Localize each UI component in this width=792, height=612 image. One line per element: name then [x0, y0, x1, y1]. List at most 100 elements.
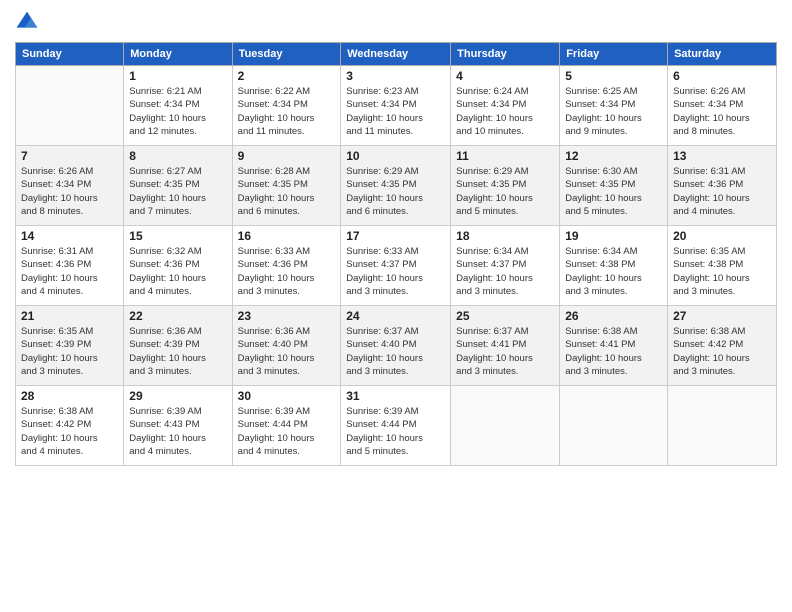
day-info: Sunrise: 6:36 AM Sunset: 4:39 PM Dayligh…: [129, 325, 226, 378]
calendar-cell: 10 Sunrise: 6:29 AM Sunset: 4:35 PM Dayli…: [341, 146, 451, 226]
day-info: Sunrise: 6:21 AM Sunset: 4:34 PM Dayligh…: [129, 85, 226, 138]
day-info: Sunrise: 6:38 AM Sunset: 4:42 PM Dayligh…: [673, 325, 771, 378]
calendar-cell: 4 Sunrise: 6:24 AM Sunset: 4:34 PM Daylig…: [451, 66, 560, 146]
weekday-header: Friday: [560, 43, 668, 66]
day-info: Sunrise: 6:37 AM Sunset: 4:41 PM Dayligh…: [456, 325, 554, 378]
calendar-cell: [668, 386, 777, 466]
calendar-cell: 30 Sunrise: 6:39 AM Sunset: 4:44 PM Dayli…: [232, 386, 341, 466]
day-info: Sunrise: 6:30 AM Sunset: 4:35 PM Dayligh…: [565, 165, 662, 218]
calendar-cell: 5 Sunrise: 6:25 AM Sunset: 4:34 PM Daylig…: [560, 66, 668, 146]
day-number: 16: [238, 229, 336, 243]
day-number: 17: [346, 229, 445, 243]
calendar-cell: 8 Sunrise: 6:27 AM Sunset: 4:35 PM Daylig…: [124, 146, 232, 226]
day-number: 20: [673, 229, 771, 243]
calendar-cell: 29 Sunrise: 6:39 AM Sunset: 4:43 PM Dayli…: [124, 386, 232, 466]
calendar-cell: 14 Sunrise: 6:31 AM Sunset: 4:36 PM Dayli…: [16, 226, 124, 306]
weekday-header-row: SundayMondayTuesdayWednesdayThursdayFrid…: [16, 43, 777, 66]
day-info: Sunrise: 6:28 AM Sunset: 4:35 PM Dayligh…: [238, 165, 336, 218]
day-number: 23: [238, 309, 336, 323]
weekday-header: Tuesday: [232, 43, 341, 66]
weekday-header: Wednesday: [341, 43, 451, 66]
day-number: 13: [673, 149, 771, 163]
day-info: Sunrise: 6:25 AM Sunset: 4:34 PM Dayligh…: [565, 85, 662, 138]
day-number: 4: [456, 69, 554, 83]
day-number: 18: [456, 229, 554, 243]
day-number: 30: [238, 389, 336, 403]
day-number: 9: [238, 149, 336, 163]
calendar-cell: 19Sunrise: 6:34 AM Sunset: 4:38 PM Dayli…: [560, 226, 668, 306]
calendar-cell: 31 Sunrise: 6:39 AM Sunset: 4:44 PM Dayli…: [341, 386, 451, 466]
day-number: 15: [129, 229, 226, 243]
day-number: 29: [129, 389, 226, 403]
calendar-week-row: 14 Sunrise: 6:31 AM Sunset: 4:36 PM Dayli…: [16, 226, 777, 306]
calendar-cell: 22Sunrise: 6:36 AM Sunset: 4:39 PM Dayli…: [124, 306, 232, 386]
day-info: Sunrise: 6:39 AM Sunset: 4:43 PM Dayligh…: [129, 405, 226, 458]
day-info: Sunrise: 6:35 AM Sunset: 4:38 PM Dayligh…: [673, 245, 771, 298]
calendar-cell: 25Sunrise: 6:37 AM Sunset: 4:41 PM Dayli…: [451, 306, 560, 386]
day-number: 31: [346, 389, 445, 403]
day-info: Sunrise: 6:27 AM Sunset: 4:35 PM Dayligh…: [129, 165, 226, 218]
calendar-cell: 2Sunrise: 6:22 AM Sunset: 4:34 PM Daylig…: [232, 66, 341, 146]
calendar-cell: 20 Sunrise: 6:35 AM Sunset: 4:38 PM Dayli…: [668, 226, 777, 306]
day-info: Sunrise: 6:37 AM Sunset: 4:40 PM Dayligh…: [346, 325, 445, 378]
calendar-cell: 7 Sunrise: 6:26 AM Sunset: 4:34 PM Daylig…: [16, 146, 124, 226]
day-number: 10: [346, 149, 445, 163]
day-number: 27: [673, 309, 771, 323]
day-info: Sunrise: 6:29 AM Sunset: 4:35 PM Dayligh…: [456, 165, 554, 218]
calendar-cell: [451, 386, 560, 466]
day-info: Sunrise: 6:24 AM Sunset: 4:34 PM Dayligh…: [456, 85, 554, 138]
header: [15, 10, 777, 34]
day-number: 14: [21, 229, 118, 243]
day-number: 5: [565, 69, 662, 83]
day-info: Sunrise: 6:31 AM Sunset: 4:36 PM Dayligh…: [21, 245, 118, 298]
day-number: 24: [346, 309, 445, 323]
weekday-header: Saturday: [668, 43, 777, 66]
day-info: Sunrise: 6:38 AM Sunset: 4:42 PM Dayligh…: [21, 405, 118, 458]
calendar-table: SundayMondayTuesdayWednesdayThursdayFrid…: [15, 42, 777, 466]
calendar-cell: 1 Sunrise: 6:21 AM Sunset: 4:34 PM Daylig…: [124, 66, 232, 146]
day-info: Sunrise: 6:22 AM Sunset: 4:34 PM Dayligh…: [238, 85, 336, 138]
calendar-cell: 12 Sunrise: 6:30 AM Sunset: 4:35 PM Dayli…: [560, 146, 668, 226]
calendar-cell: 17 Sunrise: 6:33 AM Sunset: 4:37 PM Dayli…: [341, 226, 451, 306]
day-number: 8: [129, 149, 226, 163]
calendar-cell: [560, 386, 668, 466]
calendar-cell: 11 Sunrise: 6:29 AM Sunset: 4:35 PM Dayli…: [451, 146, 560, 226]
day-info: Sunrise: 6:26 AM Sunset: 4:34 PM Dayligh…: [21, 165, 118, 218]
calendar-cell: 28 Sunrise: 6:38 AM Sunset: 4:42 PM Dayli…: [16, 386, 124, 466]
calendar-cell: 9 Sunrise: 6:28 AM Sunset: 4:35 PM Daylig…: [232, 146, 341, 226]
weekday-header: Monday: [124, 43, 232, 66]
day-info: Sunrise: 6:38 AM Sunset: 4:41 PM Dayligh…: [565, 325, 662, 378]
calendar-cell: 27 Sunrise: 6:38 AM Sunset: 4:42 PM Dayli…: [668, 306, 777, 386]
day-number: 19: [565, 229, 662, 243]
day-number: 28: [21, 389, 118, 403]
day-info: Sunrise: 6:29 AM Sunset: 4:35 PM Dayligh…: [346, 165, 445, 218]
day-info: Sunrise: 6:32 AM Sunset: 4:36 PM Dayligh…: [129, 245, 226, 298]
day-info: Sunrise: 6:39 AM Sunset: 4:44 PM Dayligh…: [346, 405, 445, 458]
day-info: Sunrise: 6:26 AM Sunset: 4:34 PM Dayligh…: [673, 85, 771, 138]
day-number: 11: [456, 149, 554, 163]
day-info: Sunrise: 6:31 AM Sunset: 4:36 PM Dayligh…: [673, 165, 771, 218]
day-info: Sunrise: 6:23 AM Sunset: 4:34 PM Dayligh…: [346, 85, 445, 138]
day-number: 1: [129, 69, 226, 83]
calendar-cell: 18Sunrise: 6:34 AM Sunset: 4:37 PM Dayli…: [451, 226, 560, 306]
calendar-week-row: 21 Sunrise: 6:35 AM Sunset: 4:39 PM Dayli…: [16, 306, 777, 386]
calendar-cell: 24 Sunrise: 6:37 AM Sunset: 4:40 PM Dayli…: [341, 306, 451, 386]
day-number: 3: [346, 69, 445, 83]
calendar-cell: 3 Sunrise: 6:23 AM Sunset: 4:34 PM Daylig…: [341, 66, 451, 146]
day-info: Sunrise: 6:39 AM Sunset: 4:44 PM Dayligh…: [238, 405, 336, 458]
calendar-cell: 23Sunrise: 6:36 AM Sunset: 4:40 PM Dayli…: [232, 306, 341, 386]
day-number: 26: [565, 309, 662, 323]
calendar-week-row: 7 Sunrise: 6:26 AM Sunset: 4:34 PM Daylig…: [16, 146, 777, 226]
calendar-cell: 13 Sunrise: 6:31 AM Sunset: 4:36 PM Dayli…: [668, 146, 777, 226]
calendar-cell: 26 Sunrise: 6:38 AM Sunset: 4:41 PM Dayli…: [560, 306, 668, 386]
calendar-cell: 6 Sunrise: 6:26 AM Sunset: 4:34 PM Daylig…: [668, 66, 777, 146]
day-number: 12: [565, 149, 662, 163]
day-number: 6: [673, 69, 771, 83]
weekday-header: Thursday: [451, 43, 560, 66]
logo: [15, 10, 43, 34]
day-info: Sunrise: 6:35 AM Sunset: 4:39 PM Dayligh…: [21, 325, 118, 378]
day-info: Sunrise: 6:33 AM Sunset: 4:37 PM Dayligh…: [346, 245, 445, 298]
calendar-week-row: 28 Sunrise: 6:38 AM Sunset: 4:42 PM Dayli…: [16, 386, 777, 466]
day-number: 7: [21, 149, 118, 163]
day-number: 21: [21, 309, 118, 323]
